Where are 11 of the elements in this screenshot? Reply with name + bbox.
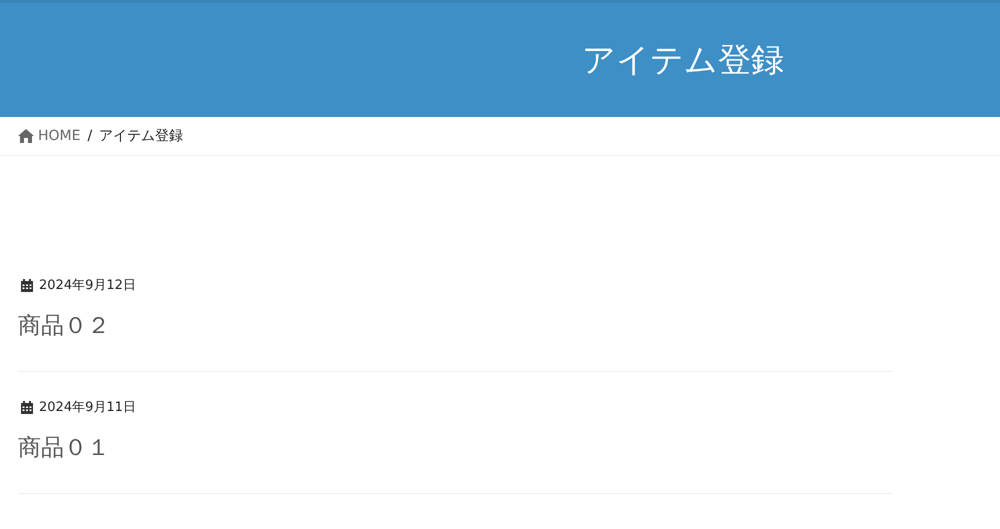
page-title: アイテム登録	[582, 38, 784, 80]
post-title-link[interactable]: 商品０２	[18, 310, 110, 341]
calendar-icon	[21, 400, 33, 414]
post-date: 2024年9月11日	[39, 399, 136, 416]
post-date: 2024年9月12日	[39, 277, 136, 294]
breadcrumb-separator: /	[87, 128, 92, 144]
breadcrumb-current: アイテム登録	[99, 127, 184, 145]
post-title-link[interactable]: 商品０１	[18, 432, 110, 463]
home-link[interactable]: HOME	[18, 128, 80, 144]
calendar-icon	[21, 278, 33, 292]
home-icon	[18, 129, 34, 143]
